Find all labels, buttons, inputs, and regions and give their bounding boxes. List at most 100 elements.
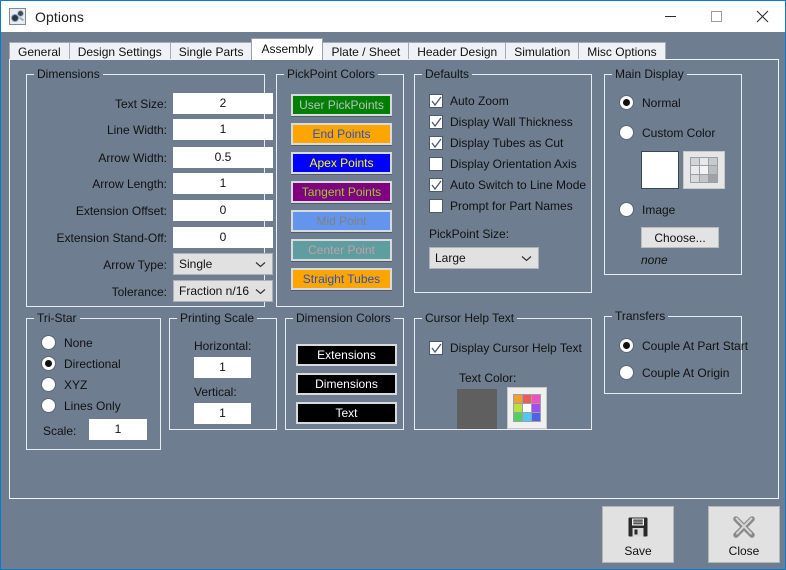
cursor-text-color-palette-button[interactable] <box>507 387 547 429</box>
radio-selected-icon <box>619 95 634 110</box>
options-dialog: Options General Design Settings Single P… <box>0 0 786 570</box>
tristar-scale-input[interactable]: 1 <box>89 419 147 440</box>
tab-misc-options[interactable]: Misc Options <box>578 42 666 60</box>
text-color-button[interactable]: Text <box>296 402 397 424</box>
window-controls <box>647 1 785 32</box>
radio-empty-icon <box>619 365 634 380</box>
title-bar: Options <box>1 1 785 32</box>
vertical-input[interactable]: 1 <box>194 403 251 424</box>
horizontal-label: Horizontal: <box>194 339 252 353</box>
tab-header-design[interactable]: Header Design <box>408 42 507 60</box>
checkmark-icon <box>429 115 443 129</box>
tristar-group: Tri-Star None Directional XYZ Lines Only… <box>26 311 161 450</box>
pickpoint-size-select[interactable]: Large <box>429 247 539 269</box>
extension-standoff-label: Extension Stand-Off: <box>56 231 167 245</box>
display-orientation-axis-label: Display Orientation Axis <box>450 157 577 171</box>
text-color-label: Text Color: <box>459 371 517 385</box>
pickpoint-size-value: Large <box>435 251 466 265</box>
cursor-help-text-group: Cursor Help Text Display Cursor Help Tex… <box>414 311 592 430</box>
horizontal-input[interactable]: 1 <box>194 357 251 378</box>
floppy-disk-save-icon <box>626 512 650 542</box>
dimensions-color-button[interactable]: Dimensions <box>296 373 397 395</box>
display-cursor-help-text-label: Display Cursor Help Text <box>450 341 582 355</box>
main-display-custom-color-radio[interactable]: Custom Color <box>619 125 715 140</box>
tab-design-settings[interactable]: Design Settings <box>68 42 171 60</box>
tristar-scale-label: Scale: <box>43 424 77 438</box>
line-width-label: Line Width: <box>106 123 167 137</box>
arrow-length-input[interactable]: 1 <box>173 173 273 194</box>
line-width-input[interactable]: 1 <box>173 119 273 140</box>
maximize-icon[interactable] <box>693 1 739 32</box>
display-cursor-help-text-checkbox[interactable]: Display Cursor Help Text <box>429 341 582 355</box>
checkbox-empty-icon <box>429 199 443 213</box>
arrow-type-label: Arrow Type: <box>103 258 167 272</box>
mid-point-color-button[interactable]: Mid Point <box>291 210 392 232</box>
tab-plate-sheet[interactable]: Plate / Sheet <box>322 42 410 60</box>
choose-image-button[interactable]: Choose... <box>641 227 719 248</box>
tab-assembly[interactable]: Assembly <box>251 38 324 60</box>
color-palette-grid-icon <box>513 394 541 422</box>
auto-switch-line-mode-checkbox[interactable]: Auto Switch to Line Mode <box>429 178 586 192</box>
center-point-color-button[interactable]: Center Point <box>291 239 392 261</box>
main-display-image-radio[interactable]: Image <box>619 202 675 217</box>
couple-at-part-start-radio[interactable]: Couple At Part Start <box>619 338 748 353</box>
user-pickpoints-color-button[interactable]: User PickPoints <box>291 94 392 116</box>
extension-standoff-input[interactable]: 0 <box>173 227 273 248</box>
tristar-xyz-label: XYZ <box>64 377 88 392</box>
tab-general[interactable]: General <box>9 42 70 60</box>
couple-at-origin-radio[interactable]: Couple At Origin <box>619 365 729 380</box>
tristar-directional-radio[interactable]: Directional <box>41 356 121 371</box>
arrow-width-label: Arrow Width: <box>98 151 167 165</box>
pickpoint-colors-caption: PickPoint Colors <box>284 67 379 81</box>
radio-selected-icon <box>41 356 56 371</box>
display-orientation-axis-checkbox[interactable]: Display Orientation Axis <box>429 157 577 171</box>
display-tubes-as-cut-checkbox[interactable]: Display Tubes as Cut <box>429 136 563 150</box>
display-wall-thickness-checkbox[interactable]: Display Wall Thickness <box>429 115 573 129</box>
close-button[interactable]: Close <box>708 506 780 563</box>
couple-at-origin-label: Couple At Origin <box>642 365 730 380</box>
radio-empty-icon <box>41 377 56 392</box>
save-button[interactable]: Save <box>602 506 674 563</box>
tristar-lines-only-label: Lines Only <box>64 398 121 413</box>
main-display-normal-radio[interactable]: Normal <box>619 95 681 110</box>
tristar-xyz-radio[interactable]: XYZ <box>41 377 87 392</box>
arrow-type-value: Single <box>179 257 213 271</box>
dimensions-caption: Dimensions <box>34 67 103 81</box>
cursor-text-color-swatch[interactable] <box>457 389 497 429</box>
tristar-none-radio[interactable]: None <box>41 335 93 350</box>
extensions-color-button[interactable]: Extensions <box>296 344 397 366</box>
tangent-points-color-button[interactable]: Tangent Points <box>291 181 392 203</box>
arrow-length-label: Arrow Length: <box>92 177 167 191</box>
prompt-for-part-names-label: Prompt for Part Names <box>450 199 573 213</box>
chevron-down-icon <box>521 248 532 268</box>
couple-at-part-start-label: Couple At Part Start <box>642 338 749 353</box>
custom-color-palette-button[interactable] <box>683 151 725 189</box>
custom-color-swatch[interactable] <box>641 151 679 189</box>
checkmark-icon <box>429 136 443 150</box>
main-display-group: Main Display Normal Custom Color Image C… <box>604 67 742 275</box>
extension-offset-input[interactable]: 0 <box>173 200 273 221</box>
tolerance-select[interactable]: Fraction n/16 <box>173 280 273 302</box>
minimize-icon[interactable] <box>647 1 693 32</box>
printing-scale-group: Printing Scale Horizontal: 1 Vertical: 1 <box>169 311 277 430</box>
text-size-input[interactable]: 2 <box>173 93 273 114</box>
close-icon[interactable] <box>739 1 785 32</box>
end-points-color-button[interactable]: End Points <box>291 123 392 145</box>
prompt-for-part-names-checkbox[interactable]: Prompt for Part Names <box>429 199 573 213</box>
main-display-image-label: Image <box>642 202 676 217</box>
apex-points-color-button[interactable]: Apex Points <box>291 152 392 174</box>
transfers-caption: Transfers <box>612 309 669 323</box>
checkmark-icon <box>429 178 443 192</box>
tab-simulation[interactable]: Simulation <box>505 42 580 60</box>
arrow-width-input[interactable]: 0.5 <box>173 147 273 168</box>
defaults-caption: Defaults <box>422 67 473 81</box>
chevron-down-icon <box>255 281 266 301</box>
color-palette-grid-icon <box>690 157 718 183</box>
chevron-down-icon <box>255 254 266 274</box>
arrow-type-select[interactable]: Single <box>173 253 273 275</box>
auto-zoom-checkbox[interactable]: Auto Zoom <box>429 94 509 108</box>
tab-single-parts[interactable]: Single Parts <box>169 42 253 60</box>
tristar-lines-only-radio[interactable]: Lines Only <box>41 398 121 413</box>
straight-tubes-color-button[interactable]: Straight Tubes <box>291 268 392 290</box>
tristar-directional-label: Directional <box>64 356 121 371</box>
